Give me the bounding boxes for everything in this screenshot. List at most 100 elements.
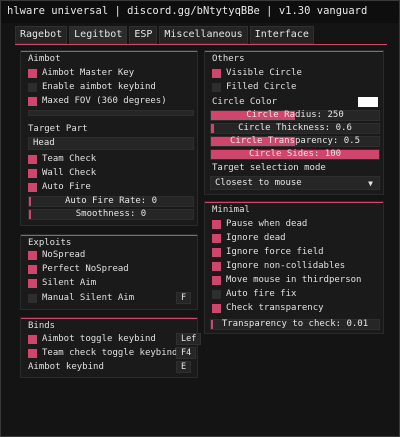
target-selection-mode-label: Target selection mode	[212, 163, 326, 173]
fov-slider[interactable]	[28, 110, 194, 116]
panel-accent-line	[21, 318, 197, 319]
toggle-aimbot-master-key[interactable]: Aimbot Master Key	[28, 67, 134, 79]
circle-transparency-slider[interactable]: Circle Transparency: 0.5	[210, 136, 380, 147]
toggle-pause-when-dead[interactable]: Pause when dead	[212, 218, 307, 230]
toggle-label: Ignore force field	[226, 247, 324, 257]
target-selection-mode-dropdown[interactable]: Closest to mouse ▼	[210, 176, 380, 190]
toggle-label: Team check toggle keybind	[42, 348, 178, 358]
checkbox[interactable]	[212, 289, 221, 299]
panel-accent-line	[21, 235, 197, 236]
checkbox[interactable]	[28, 278, 37, 288]
panel-accent-line	[21, 51, 197, 52]
toggle-label: Manual Silent Aim	[42, 293, 135, 303]
circle-radius-slider[interactable]: Circle Radius: 250	[210, 110, 380, 121]
toggle-ignore-non-collidables[interactable]: Ignore non-collidables	[212, 260, 345, 272]
exploits-header: Exploits	[28, 238, 72, 248]
minimal-header: Minimal	[212, 205, 250, 215]
binds-header: Binds	[28, 321, 56, 331]
toggle-label: Filled Circle	[226, 82, 297, 92]
checkbox[interactable]	[28, 264, 37, 274]
toggle-team-check-toggle-keybind[interactable]: Team check toggle keybind	[28, 347, 177, 359]
toggle-auto-fire[interactable]: Auto Fire	[28, 181, 91, 193]
toggle-label: Visible Circle	[226, 68, 302, 78]
checkbox[interactable]	[212, 219, 221, 229]
toggle-team-check[interactable]: Team Check	[28, 153, 96, 165]
checkbox[interactable]	[212, 233, 221, 243]
checkbox[interactable]	[28, 82, 37, 92]
slider-label: Circle Thickness: 0.6	[238, 123, 352, 133]
target-part-field[interactable]: Head	[28, 137, 194, 150]
toggle-nospread[interactable]: NoSpread	[28, 249, 85, 261]
toggle-label: Auto Fire	[42, 182, 91, 192]
toggle-move-mouse-thirdperson[interactable]: Move mouse in thirdperson	[212, 274, 361, 286]
toggle-perfect-nospread[interactable]: Perfect NoSpread	[28, 263, 129, 275]
dropdown-value: Closest to mouse	[215, 178, 302, 188]
checkbox[interactable]	[28, 96, 37, 106]
slider-label: Circle Radius: 250	[246, 110, 344, 120]
exploits-panel: Exploits NoSpread Perfect NoSpread Silen…	[20, 234, 198, 310]
checkbox[interactable]	[212, 303, 221, 313]
toggle-ignore-dead[interactable]: Ignore dead	[212, 232, 286, 244]
toggle-label: Ignore dead	[226, 233, 286, 243]
toggle-visible-circle[interactable]: Visible Circle	[212, 67, 302, 79]
aimbot-keybind-row: Aimbot keybind	[28, 361, 104, 373]
tab-esp[interactable]: ESP	[129, 26, 158, 44]
circle-sides-slider[interactable]: Circle Sides: 100	[210, 149, 380, 160]
checkbox[interactable]	[212, 82, 221, 92]
checkbox[interactable]	[28, 250, 37, 260]
circle-color-label: Circle Color	[212, 97, 278, 107]
slider-label: Circle Sides: 100	[248, 149, 342, 159]
circle-thickness-slider[interactable]: Circle Thickness: 0.6	[210, 123, 380, 134]
toggle-enable-aimbot-keybind[interactable]: Enable aimbot keybind	[28, 81, 156, 93]
auto-fire-rate-slider[interactable]: Auto Fire Rate: 0	[28, 196, 194, 207]
checkbox[interactable]	[28, 154, 37, 164]
toggle-check-transparency[interactable]: Check transparency	[212, 302, 324, 314]
tab-miscellaneous[interactable]: Miscellaneous	[159, 26, 248, 44]
checkbox[interactable]	[28, 334, 37, 344]
others-header: Others	[212, 54, 245, 64]
toggle-aimbot-toggle-keybind[interactable]: Aimbot toggle keybind	[28, 333, 156, 345]
slider-label: Transparency to check: 0.01	[221, 319, 369, 329]
target-part-header: Target Part	[28, 124, 88, 134]
toggle-label: Team Check	[42, 154, 97, 164]
aimbot-panel: Aimbot Aimbot Master Key Enable aimbot k…	[20, 50, 198, 226]
title-bar[interactable]: hlware universal | discord.gg/bNtytyqBBe…	[1, 1, 399, 23]
checkbox[interactable]	[212, 68, 221, 78]
smoothness-slider[interactable]: Smoothness: 0	[28, 209, 194, 220]
slider-label: Smoothness: 0	[75, 209, 147, 219]
aimbot-keybind-button[interactable]: E	[176, 361, 192, 373]
manual-silent-aim-keybind[interactable]: F	[176, 292, 192, 304]
checkbox[interactable]	[28, 68, 37, 78]
tab-legitbot[interactable]: Legitbot	[69, 26, 128, 44]
tab-underline	[15, 44, 387, 45]
toggle-filled-circle[interactable]: Filled Circle	[212, 81, 296, 93]
toggle-label: Enable aimbot keybind	[42, 82, 156, 92]
tab-ragebot[interactable]: Ragebot	[15, 26, 68, 44]
transparency-to-check-slider[interactable]: Transparency to check: 0.01	[210, 319, 380, 330]
keybind-label: Aimbot keybind	[28, 362, 104, 372]
checkbox[interactable]	[28, 182, 37, 192]
toggle-manual-silent-aim[interactable]: Manual Silent Aim	[28, 292, 134, 304]
toggle-maxed-fov[interactable]: Maxed FOV (360 degrees)	[28, 95, 167, 107]
aimbot-toggle-keybind-button[interactable]: Lef	[176, 333, 202, 345]
toggle-label: Silent Aim	[42, 278, 97, 288]
tab-interface[interactable]: Interface	[249, 26, 314, 44]
toggle-label: Wall Check	[42, 168, 97, 178]
checkbox[interactable]	[28, 168, 37, 178]
checkbox[interactable]	[212, 275, 221, 285]
toggle-auto-fire-fix[interactable]: Auto fire fix	[212, 288, 296, 300]
binds-panel: Binds Aimbot toggle keybind Lef Team che…	[20, 317, 202, 378]
toggle-label: Maxed FOV (360 degrees)	[42, 96, 167, 106]
chevron-down-icon: ▼	[368, 179, 373, 188]
toggle-ignore-force-field[interactable]: Ignore force field	[212, 246, 324, 258]
checkbox[interactable]	[212, 261, 221, 271]
checkbox[interactable]	[28, 293, 37, 303]
circle-color-swatch[interactable]	[358, 97, 378, 107]
checkbox[interactable]	[28, 348, 37, 358]
toggle-wall-check[interactable]: Wall Check	[28, 167, 96, 179]
team-check-toggle-keybind-button[interactable]: F4	[176, 347, 197, 359]
toggle-label: Auto fire fix	[226, 289, 297, 299]
tab-bar: Ragebot Legitbot ESP Miscellaneous Inter…	[15, 26, 314, 44]
toggle-silent-aim[interactable]: Silent Aim	[28, 277, 96, 289]
checkbox[interactable]	[212, 247, 221, 257]
